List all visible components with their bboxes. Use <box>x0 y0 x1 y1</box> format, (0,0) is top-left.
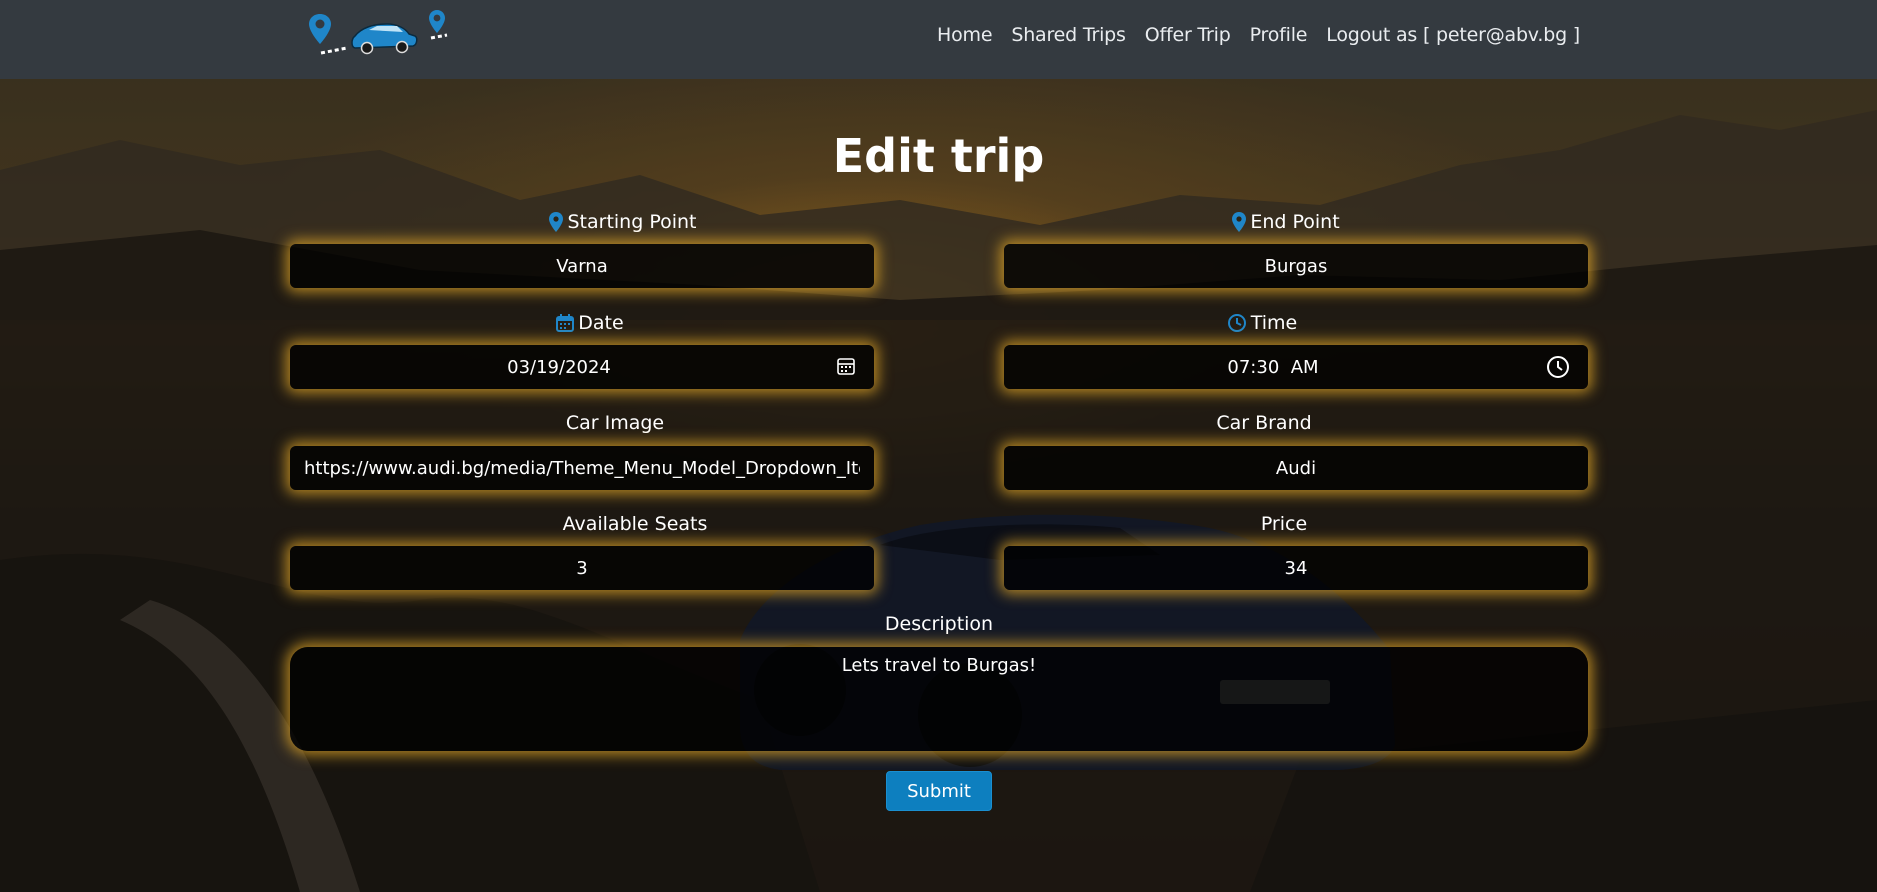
car-image-label-text: Car Image <box>565 412 665 434</box>
nav-shared-trips[interactable]: Shared Trips <box>1011 24 1126 46</box>
nav-profile[interactable]: Profile <box>1250 24 1308 46</box>
car-route-logo[interactable] <box>305 8 460 60</box>
end-point-label: End Point <box>1004 209 1568 235</box>
time-label: Time <box>1004 310 1520 336</box>
end-point-input[interactable] <box>1004 255 1588 277</box>
car-image-input[interactable] <box>290 457 874 479</box>
car-image-label: Car Image <box>290 410 940 436</box>
car-brand-label: Car Brand <box>1004 410 1524 436</box>
nav-home[interactable]: Home <box>937 24 993 46</box>
map-pin-icon <box>1232 212 1247 232</box>
end-point-label-text: End Point <box>1250 211 1340 233</box>
description-textarea[interactable]: Lets travel to Burgas! <box>290 647 1588 751</box>
time-picker-icon[interactable] <box>1546 355 1570 379</box>
map-pin-icon <box>549 212 564 232</box>
page-title: Edit trip <box>832 129 1045 183</box>
nav-logout[interactable]: Logout as [ peter@abv.bg ] <box>1326 24 1580 46</box>
available-seats-label-text: Available Seats <box>562 513 708 535</box>
car-brand-input[interactable] <box>1004 457 1588 479</box>
nav-offer-trip[interactable]: Offer Trip <box>1145 24 1231 46</box>
date-field <box>290 345 874 389</box>
calendar-icon <box>556 314 575 332</box>
starting-point-label: Starting Point <box>290 209 956 235</box>
price-label: Price <box>1004 511 1564 537</box>
edit-trip-form: Edit trip Starting Point End Point Date … <box>0 79 1877 892</box>
description-field: Lets travel to Burgas! <box>290 647 1588 751</box>
date-label-text: Date <box>578 312 624 334</box>
description-label: Description <box>290 611 1588 637</box>
price-label-text: Price <box>1260 513 1308 535</box>
date-input[interactable] <box>290 356 874 378</box>
date-label: Date <box>290 310 890 336</box>
starting-point-input[interactable] <box>290 255 874 277</box>
available-seats-input[interactable] <box>290 557 874 579</box>
time-input[interactable] <box>1004 356 1588 378</box>
available-seats-field <box>290 546 874 590</box>
price-field <box>1004 546 1588 590</box>
price-input[interactable] <box>1004 557 1588 579</box>
car-brand-field <box>1004 446 1588 490</box>
available-seats-label: Available Seats <box>290 511 980 537</box>
time-field <box>1004 345 1588 389</box>
end-point-field <box>1004 244 1588 288</box>
starting-point-label-text: Starting Point <box>567 211 697 233</box>
navbar: Home Shared Trips Offer Trip Profile Log… <box>0 0 1877 79</box>
car-image-field <box>290 446 874 490</box>
calendar-picker-icon[interactable] <box>836 356 856 376</box>
starting-point-field <box>290 244 874 288</box>
clock-icon <box>1227 314 1246 332</box>
description-label-text: Description <box>884 613 994 635</box>
car-brand-label-text: Car Brand <box>1216 412 1312 434</box>
nav-links: Home Shared Trips Offer Trip Profile Log… <box>937 24 1580 46</box>
time-label-text: Time <box>1250 312 1298 334</box>
submit-button[interactable]: Submit <box>886 771 992 811</box>
